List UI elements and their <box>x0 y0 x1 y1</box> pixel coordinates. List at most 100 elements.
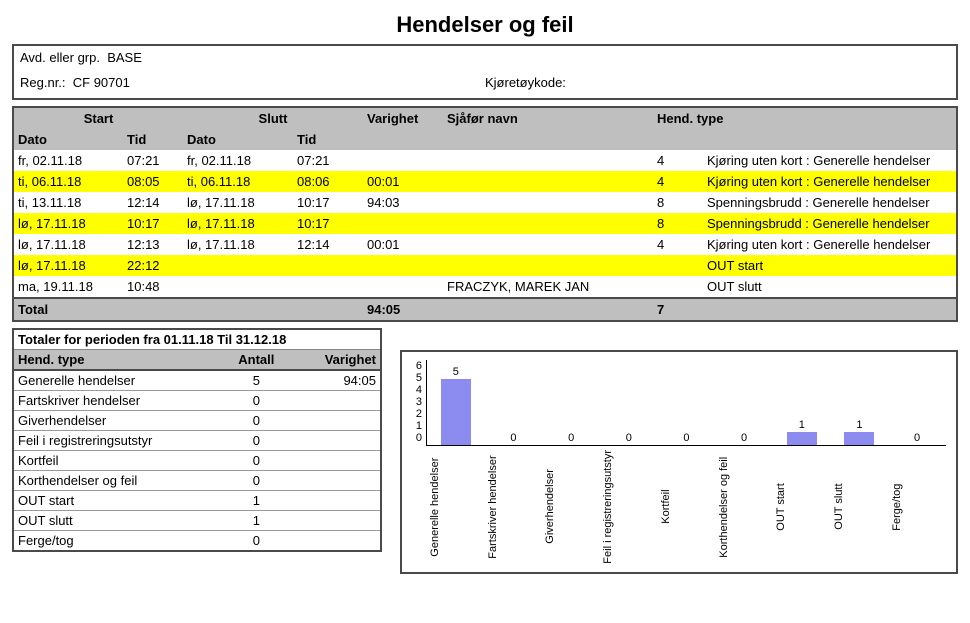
summary-dur <box>291 471 380 490</box>
summary-count: 0 <box>222 471 291 490</box>
bar-col: 1 <box>833 420 885 445</box>
summary-dur <box>291 411 380 430</box>
cell-ed: lø, 17.11.18 <box>183 234 293 255</box>
hdr-start: Start <box>13 107 183 129</box>
cell-desc: Kjøring uten kort : Generelle hendelser <box>703 150 957 171</box>
cell-st: 22:12 <box>123 255 183 276</box>
summary-count: 1 <box>222 511 291 530</box>
summary-type: Korthendelser og feil <box>14 471 222 490</box>
cell-ed: ti, 06.11.18 <box>183 171 293 192</box>
cell-dur <box>363 255 443 276</box>
table-row: ti, 13.11.1812:14lø, 17.11.1810:1794:038… <box>13 192 957 213</box>
cell-st: 07:21 <box>123 150 183 171</box>
table-row: ma, 19.11.1810:48FRACZYK, MAREK JANOUT s… <box>13 276 957 298</box>
cell-dur: 94:03 <box>363 192 443 213</box>
cell-drv <box>443 255 653 276</box>
cell-code: 4 <box>653 234 703 255</box>
cell-et: 12:14 <box>293 234 363 255</box>
chart: 6543210 500000110 Generelle hendelserFar… <box>400 350 958 574</box>
summary-type: OUT slutt <box>14 511 222 530</box>
y-tick: 4 <box>416 384 422 396</box>
summary-hdr-dur: Varighet <box>291 350 380 369</box>
cell-et <box>293 255 363 276</box>
summary-hdr-type: Hend. type <box>14 350 222 369</box>
summary-row: Ferge/tog0 <box>14 531 380 550</box>
summary-row: Kortfeil0 <box>14 451 380 471</box>
cell-st: 10:48 <box>123 276 183 298</box>
summary-dur: 94:05 <box>291 371 380 390</box>
bar-value: 0 <box>510 433 516 444</box>
cell-code: 8 <box>653 213 703 234</box>
bar-col: 0 <box>488 433 540 445</box>
bar-value: 0 <box>683 433 689 444</box>
page-title: Hendelser og feil <box>12 12 958 38</box>
bar-col: 1 <box>776 420 828 445</box>
summary-dur <box>291 391 380 410</box>
summary-type: Fartskriver hendelser <box>14 391 222 410</box>
summary-type: Feil i registreringsutstyr <box>14 431 222 450</box>
summary-dur <box>291 511 380 530</box>
bar-value: 0 <box>626 433 632 444</box>
summary-count: 0 <box>222 391 291 410</box>
x-label: Korthendelser og feil <box>718 450 770 564</box>
cell-drv <box>443 150 653 171</box>
bar-value: 5 <box>453 367 459 378</box>
cell-drv <box>443 213 653 234</box>
hdr-dato1: Dato <box>13 129 123 150</box>
cell-sd: lø, 17.11.18 <box>13 213 123 234</box>
cell-st: 10:17 <box>123 213 183 234</box>
cell-desc: Kjøring uten kort : Generelle hendelser <box>703 171 957 192</box>
hdr-hendtype: Hend. type <box>653 107 957 129</box>
cell-desc: OUT start <box>703 255 957 276</box>
cell-ed <box>183 255 293 276</box>
cell-ed: lø, 17.11.18 <box>183 213 293 234</box>
hdr-slutt: Slutt <box>183 107 363 129</box>
summary-title: Totaler for perioden fra 01.11.18 Til 31… <box>14 330 380 350</box>
cell-ed: lø, 17.11.18 <box>183 192 293 213</box>
summary-type: Generelle hendelser <box>14 371 222 390</box>
table-row: lø, 17.11.1822:12 OUT start <box>13 255 957 276</box>
table-row: lø, 17.11.1810:17lø, 17.11.1810:178Spenn… <box>13 213 957 234</box>
x-label: Kortfeil <box>660 450 712 564</box>
summary-row: Korthendelser og feil0 <box>14 471 380 491</box>
events-table: Start Slutt Varighet Sjåfør navn Hend. t… <box>12 106 958 322</box>
bar-value: 1 <box>856 420 862 431</box>
table-row: lø, 17.11.1812:13lø, 17.11.1812:1400:014… <box>13 234 957 255</box>
hdr-dato2: Dato <box>183 129 293 150</box>
table-row: fr, 02.11.1807:21fr, 02.11.1807:214Kjøri… <box>13 150 957 171</box>
bar <box>844 432 874 445</box>
summary-count: 0 <box>222 411 291 430</box>
cell-et: 08:06 <box>293 171 363 192</box>
cell-st: 08:05 <box>123 171 183 192</box>
summary-row: Giverhendelser0 <box>14 411 380 431</box>
bar-col: 0 <box>661 433 713 445</box>
cell-desc: Kjøring uten kort : Generelle hendelser <box>703 234 957 255</box>
cell-sd: ti, 06.11.18 <box>13 171 123 192</box>
cell-drv <box>443 234 653 255</box>
bar-value: 0 <box>568 433 574 444</box>
summary-dur <box>291 491 380 510</box>
cell-dur: 00:01 <box>363 171 443 192</box>
summary-dur <box>291 531 380 550</box>
y-tick: 2 <box>416 408 422 420</box>
cell-et: 10:17 <box>293 192 363 213</box>
summary-dur <box>291 431 380 450</box>
bar-col: 0 <box>545 433 597 445</box>
summary-row: Generelle hendelser594:05 <box>14 371 380 391</box>
summary-count: 0 <box>222 531 291 550</box>
cell-dur: 00:01 <box>363 234 443 255</box>
cell-desc: Spenningsbrudd : Generelle hendelser <box>703 213 957 234</box>
summary-hdr-count: Antall <box>222 350 291 369</box>
bar-value: 0 <box>914 433 920 444</box>
dept-label: Avd. eller grp. <box>20 50 100 65</box>
dept-value: BASE <box>107 50 142 65</box>
total-dur: 94:05 <box>363 298 443 321</box>
cell-sd: lø, 17.11.18 <box>13 255 123 276</box>
vehcode-field: Kjøretøykode: <box>485 75 950 90</box>
cell-st: 12:13 <box>123 234 183 255</box>
cell-code <box>653 255 703 276</box>
hdr-tid2: Tid <box>293 129 363 150</box>
cell-sd: fr, 02.11.18 <box>13 150 123 171</box>
x-label: OUT slutt <box>833 450 885 564</box>
reg-field: Reg.nr.: CF 90701 <box>20 75 485 90</box>
